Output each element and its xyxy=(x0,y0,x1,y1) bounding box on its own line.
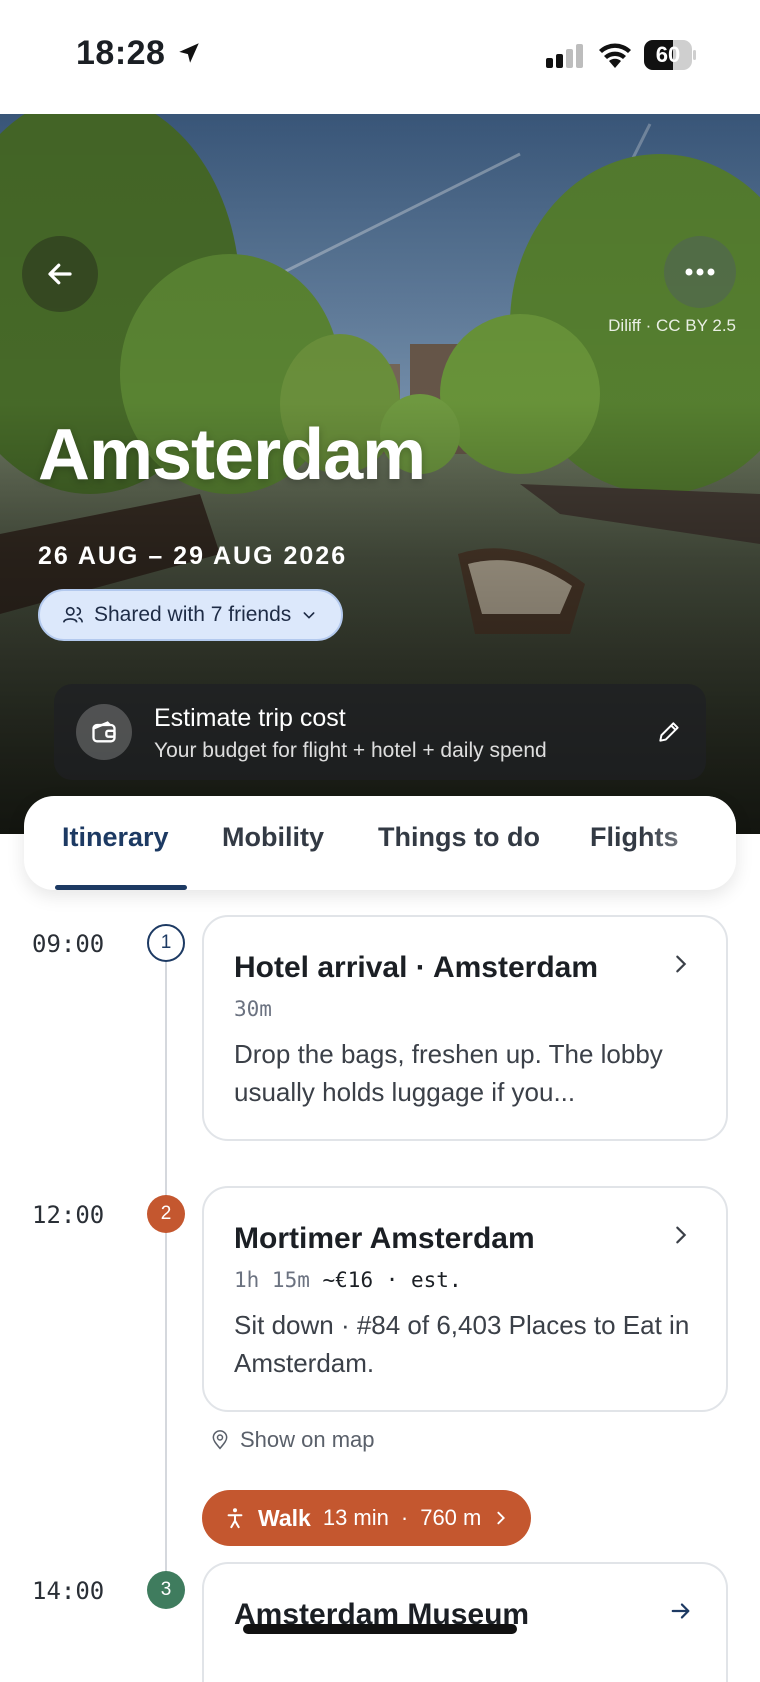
walk-distance: 760 m xyxy=(420,1505,482,1530)
battery-percent: 60 xyxy=(655,42,681,67)
more-button[interactable] xyxy=(664,236,736,308)
tab-itinerary[interactable]: Itinerary xyxy=(62,822,169,853)
item-meta: 1h 15m ~€16 · est. xyxy=(234,1268,462,1292)
shared-friends-chip[interactable]: Shared with 7 friends xyxy=(38,589,344,641)
back-button[interactable] xyxy=(22,236,98,312)
active-tab-indicator xyxy=(55,885,187,890)
users-icon xyxy=(63,606,83,623)
item-title: Hotel arrival · Amsterdam xyxy=(234,951,599,984)
cost-card-title: Estimate trip cost xyxy=(154,704,346,732)
chevron-right-icon xyxy=(497,1511,506,1525)
estimate-cost-card[interactable]: Estimate trip cost Your budget for fligh… xyxy=(54,684,706,780)
tab-mobility[interactable]: Mobility xyxy=(222,822,324,853)
battery-icon: 60 xyxy=(644,40,696,70)
time-label: 12:00 xyxy=(32,1201,105,1229)
timeline-line xyxy=(165,962,167,1582)
pencil-icon[interactable] xyxy=(656,719,682,745)
status-time: 18:28 xyxy=(76,34,166,72)
walk-separator: · xyxy=(400,1505,409,1530)
item-title: Mortimer Amsterdam xyxy=(234,1222,535,1255)
location-arrow-icon xyxy=(179,43,199,63)
cost-card-subtitle: Your budget for flight + hotel + daily s… xyxy=(154,739,547,762)
show-on-map-link[interactable]: Show on map xyxy=(210,1427,375,1453)
arrow-right-icon xyxy=(671,1603,690,1619)
item-price: ~€16 · est. xyxy=(322,1268,462,1292)
chevron-down-icon xyxy=(303,612,315,619)
time-label: 09:00 xyxy=(32,930,105,958)
back-arrow-icon xyxy=(48,263,72,285)
step-number: 1 xyxy=(147,924,185,962)
city-title: Amsterdam xyxy=(38,415,426,495)
photo-credit: Diliff · CC BY 2.5 xyxy=(608,316,736,335)
shared-chip-label: Shared with 7 friends xyxy=(94,603,292,626)
status-bar: 18:28 60 xyxy=(0,0,760,114)
itinerary-item-hotel[interactable]: Hotel arrival · Amsterdam 30m Drop the b… xyxy=(202,915,728,1141)
wallet-icon xyxy=(92,721,116,743)
itinerary-item-museum[interactable]: Amsterdam Museum xyxy=(202,1562,728,1682)
walk-duration: 13 min xyxy=(322,1505,389,1530)
show-on-map-label: Show on map xyxy=(240,1427,375,1452)
trip-dates: 26 AUG – 29 AUG 2026 xyxy=(38,542,348,570)
item-duration: 30m xyxy=(234,997,272,1021)
tab-bar: Itinerary Mobility Things to do Flights xyxy=(24,796,736,890)
signal-icon xyxy=(546,44,583,68)
wallet-icon-wrap xyxy=(76,704,132,760)
item-description: Drop the bags, freshen up. The lobby usu… xyxy=(234,1039,663,1107)
walk-icon xyxy=(227,1508,243,1529)
walk-transfer-pill[interactable]: Walk 13 min · 760 m xyxy=(202,1490,532,1546)
itinerary-item-restaurant[interactable]: Mortimer Amsterdam 1h 15m ~€16 · est. Si… xyxy=(202,1186,728,1412)
tab-fade xyxy=(646,796,736,890)
item-description: Sit down · #84 of 6,403 Places to Eat in… xyxy=(234,1310,690,1378)
home-indicator xyxy=(243,1624,517,1634)
item-duration: 1h 15m xyxy=(234,1268,310,1292)
tab-things-to-do[interactable]: Things to do xyxy=(378,822,540,853)
chevron-right-icon xyxy=(676,1226,687,1244)
step-number: 2 xyxy=(147,1195,185,1233)
wifi-icon xyxy=(599,43,631,68)
hero-section: Diliff · CC BY 2.5 Amsterdam 26 AUG – 29… xyxy=(0,114,760,834)
time-label: 14:00 xyxy=(32,1577,105,1605)
map-pin-icon xyxy=(212,1430,228,1450)
walk-label: Walk xyxy=(258,1504,311,1531)
more-icon xyxy=(685,268,715,276)
chevron-right-icon xyxy=(676,955,687,973)
step-number: 3 xyxy=(147,1571,185,1609)
